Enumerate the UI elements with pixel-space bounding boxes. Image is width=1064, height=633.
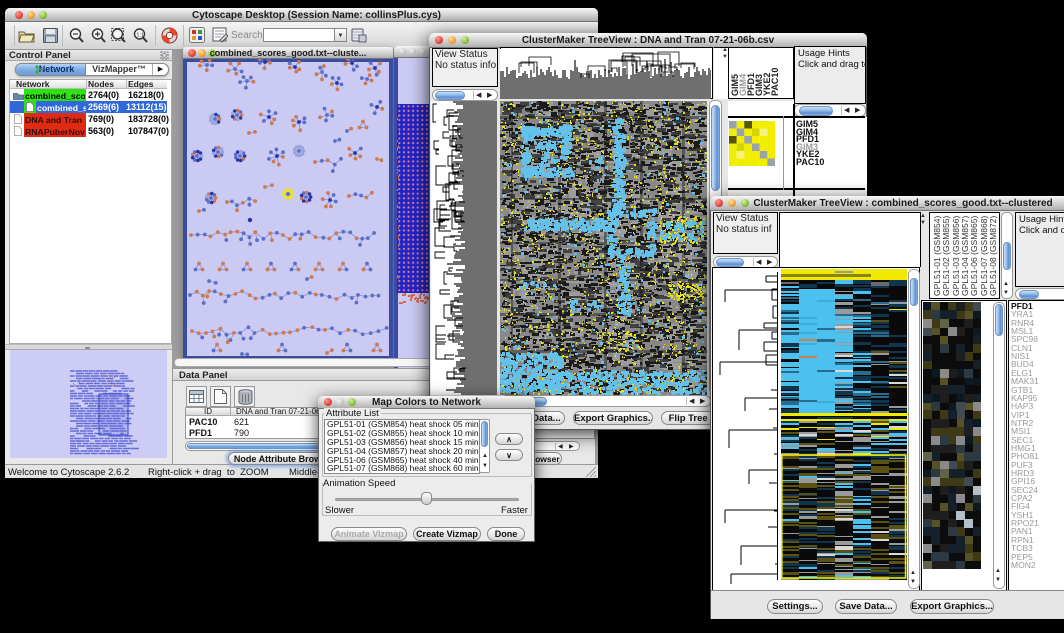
svg-text:1:1: 1:1 bbox=[136, 32, 144, 38]
